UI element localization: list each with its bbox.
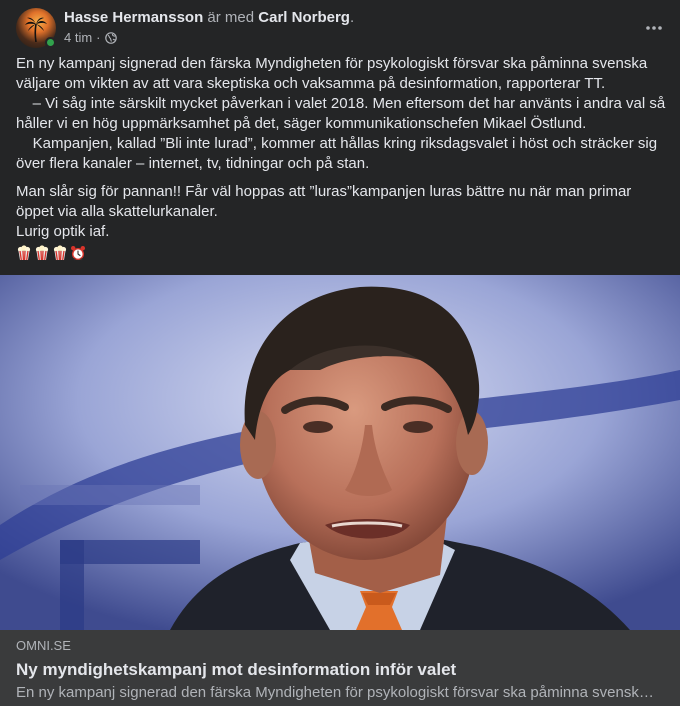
popcorn-icon xyxy=(17,245,31,261)
post-text-line: En ny kampanj signerad den färska Myndig… xyxy=(16,55,648,72)
link-preview-image[interactable] xyxy=(0,275,680,630)
post-text-line: över flera kanaler – internet, tv, tidni… xyxy=(16,155,370,172)
emoji-row xyxy=(16,242,666,264)
popcorn-icon xyxy=(53,245,67,261)
post-body: En ny kampanj signerad den färska Myndig… xyxy=(16,54,666,264)
post-text-line: öppet via alla skattelurkanaler. xyxy=(16,203,218,220)
more-horizontal-icon xyxy=(646,26,662,30)
link-description: En ny kampanj signerad den färska Myndig… xyxy=(16,684,654,701)
post-meta: 4 tim · xyxy=(64,30,117,46)
post-text-line: Kampanjen, kallad ”Bli inte lurad”, komm… xyxy=(16,135,658,152)
post-text-line: – Vi såg inte särskilt mycket påverkan i… xyxy=(16,95,666,112)
palm-tree-silhouette xyxy=(25,17,47,42)
alarm-clock-icon xyxy=(71,246,85,261)
post-timestamp[interactable]: 4 tim xyxy=(64,30,92,46)
tagged-suffix: . xyxy=(349,9,355,26)
link-domain: OMNI.SE xyxy=(16,638,71,653)
post-text-line: Lurig optik iaf. xyxy=(16,223,110,240)
post-text-line: håller vi en hög uppmärksamhet på det, s… xyxy=(16,115,587,132)
post-text-line: väljare om vikten av att vara skeptiska … xyxy=(16,75,606,92)
author-name[interactable]: Hasse Hermansson xyxy=(64,9,203,26)
tagged-name[interactable]: Carl Norberg xyxy=(258,9,350,26)
globe-icon[interactable] xyxy=(104,32,117,44)
with-text: är med xyxy=(207,9,255,26)
author-line: Hasse Hermansson är med Carl Norberg. xyxy=(64,8,354,28)
online-status-dot xyxy=(45,37,56,48)
post-options-button[interactable] xyxy=(640,14,668,42)
post-text-line: Man slår sig för pannan!! Får väl hoppas… xyxy=(16,183,632,200)
meta-separator: · xyxy=(96,30,101,45)
portrait-photo xyxy=(0,275,680,630)
popcorn-icon xyxy=(35,245,49,261)
link-preview-footer[interactable]: OMNI.SE Ny myndighetskampanj mot desinfo… xyxy=(0,630,680,706)
post-header: Hasse Hermansson är med Carl Norberg. 4 … xyxy=(16,8,664,48)
link-title[interactable]: Ny myndighetskampanj mot desinformation … xyxy=(16,659,664,681)
post-card: Hasse Hermansson är med Carl Norberg. 4 … xyxy=(0,0,680,706)
